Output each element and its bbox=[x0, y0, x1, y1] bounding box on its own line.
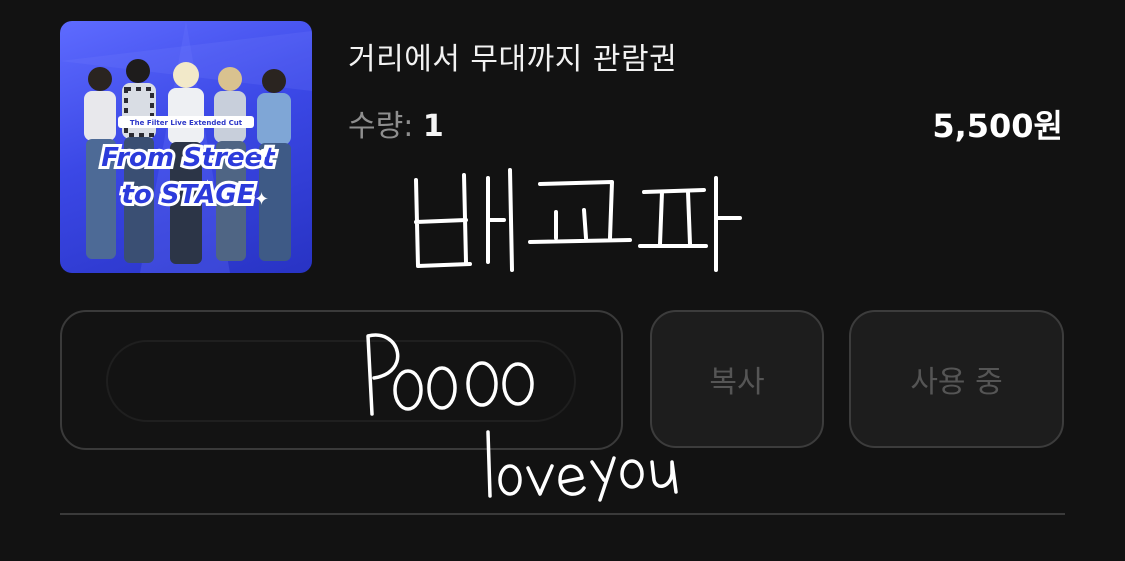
quantity: 수량: 1 bbox=[348, 101, 444, 145]
sparkle-icon: ✦ bbox=[254, 189, 269, 210]
thumbnail-subtitle: The Filter Live Extended Cut bbox=[130, 119, 243, 127]
ticket-code-box[interactable] bbox=[60, 310, 623, 450]
thumbnail-title-line1: From Street bbox=[101, 143, 276, 173]
divider bbox=[60, 513, 1065, 515]
in-use-status-button[interactable]: 사용 중 bbox=[849, 310, 1064, 448]
quantity-label: 수량: bbox=[348, 109, 414, 144]
thumbnail-art: The Filter Live Extended Cut From Street… bbox=[60, 21, 312, 273]
korean-handwriting bbox=[414, 168, 742, 272]
ticket-code-field bbox=[106, 340, 576, 422]
ticket-card: The Filter Live Extended Cut From Street… bbox=[0, 0, 1125, 561]
ticket-price: 5,500원 bbox=[932, 107, 1063, 145]
ticket-title: 거리에서 무대까지 관람권 bbox=[348, 42, 678, 77]
ticket-thumbnail[interactable]: The Filter Live Extended Cut From Street… bbox=[60, 21, 312, 273]
copy-button[interactable]: 복사 bbox=[650, 310, 824, 448]
thumbnail-title-line2: to STAGE bbox=[121, 180, 254, 210]
quantity-value: 1 bbox=[422, 109, 444, 144]
